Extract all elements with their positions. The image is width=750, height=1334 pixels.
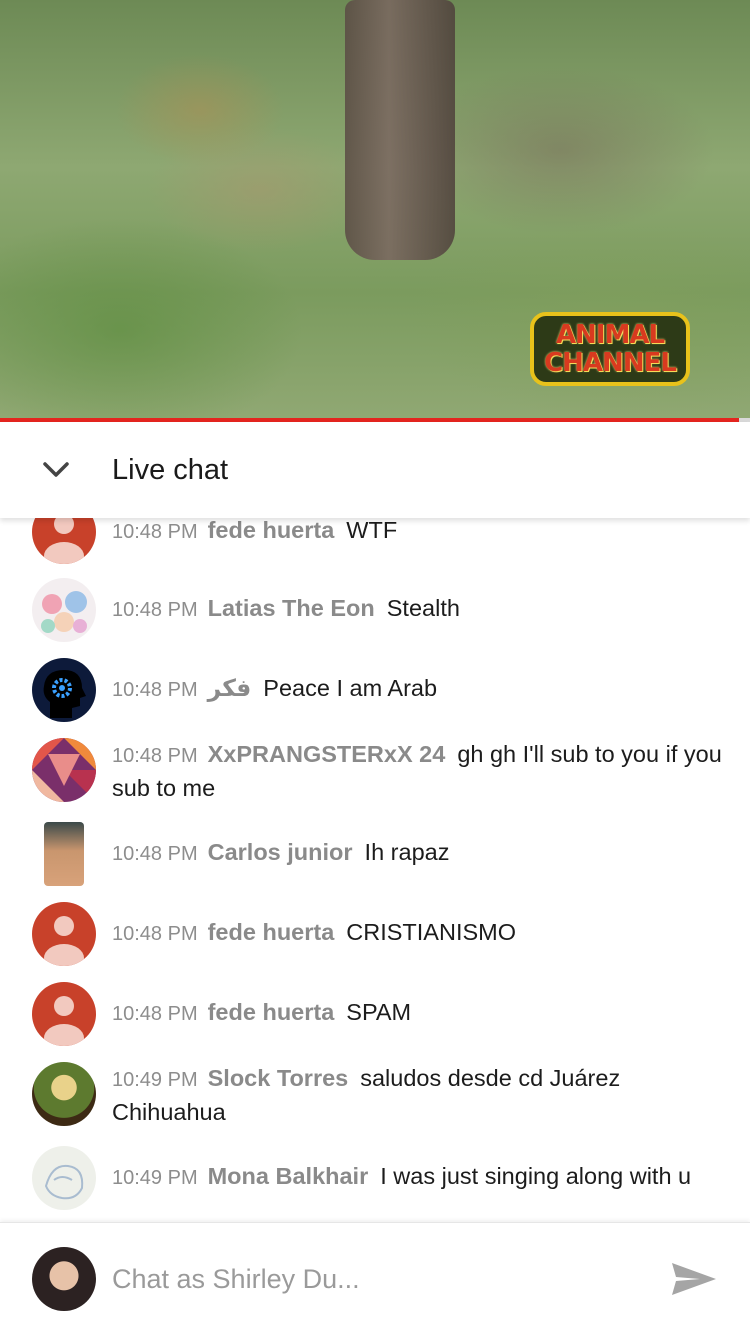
- message-author[interactable]: فكر: [208, 675, 252, 701]
- anime-avatar-icon: [41, 591, 87, 633]
- message-timestamp: 10:49 PM: [112, 1167, 198, 1189]
- avatar[interactable]: [32, 1146, 96, 1210]
- message-author[interactable]: Slock Torres: [208, 1065, 349, 1091]
- avatar[interactable]: [32, 1062, 96, 1126]
- message-timestamp: 10:48 PM: [112, 843, 198, 865]
- message-timestamp: 10:48 PM: [112, 923, 198, 945]
- sketch-avatar-icon: [44, 1164, 84, 1200]
- live-chat-header: Live chat: [0, 422, 750, 518]
- avatar[interactable]: [32, 738, 96, 802]
- chat-input[interactable]: [112, 1253, 632, 1305]
- message-text: I was just singing along with u: [380, 1163, 692, 1189]
- chevron-down-icon: [43, 462, 69, 477]
- message-text: Ih rapaz: [364, 839, 450, 865]
- collapse-chat-button[interactable]: [0, 422, 112, 518]
- message-author[interactable]: fede huerta: [208, 518, 335, 543]
- send-button[interactable]: [670, 1259, 718, 1299]
- message-text: Peace I am Arab: [263, 675, 438, 701]
- avatar[interactable]: [32, 982, 96, 1046]
- chat-composer: [0, 1222, 750, 1334]
- message-timestamp: 10:48 PM: [112, 745, 198, 767]
- message-author[interactable]: fede huerta: [208, 999, 335, 1025]
- default-avatar-icon: [44, 996, 84, 1046]
- animal-channel-watermark: ANIMAL CHANNEL: [530, 312, 690, 386]
- avatar[interactable]: [32, 578, 96, 642]
- my-avatar[interactable]: [32, 1247, 96, 1311]
- pattern-avatar-icon: [32, 738, 96, 802]
- default-avatar-icon: [44, 916, 84, 966]
- message-timestamp: 10:48 PM: [112, 599, 198, 621]
- message-text: Stealth: [386, 595, 460, 621]
- chat-message-list[interactable]: 10:48 PM fede huerta WTF 10:48 PM Latias Th…: [0, 518, 750, 1222]
- video-frame-tree: [345, 0, 455, 260]
- send-icon: [672, 1263, 716, 1295]
- message-text: SPAM: [346, 999, 412, 1025]
- avatar[interactable]: [32, 902, 96, 966]
- message-timestamp: 10:48 PM: [112, 1003, 198, 1025]
- avatar[interactable]: [32, 658, 96, 722]
- message-author[interactable]: fede huerta: [208, 919, 335, 945]
- message-timestamp: 10:49 PM: [112, 1069, 198, 1091]
- avatar[interactable]: [32, 518, 96, 564]
- chat-title: Live chat: [112, 453, 229, 486]
- message-timestamp: 10:48 PM: [112, 521, 198, 543]
- message-author[interactable]: Carlos junior: [208, 839, 353, 865]
- message-author[interactable]: XxPRANGSTERxX 24: [208, 741, 446, 767]
- message-author[interactable]: Latias The Eon: [208, 595, 375, 621]
- message-timestamp: 10:48 PM: [112, 679, 198, 701]
- message-text: CRISTIANISMO: [346, 919, 517, 945]
- head-gear-avatar-icon: [43, 670, 86, 718]
- message-author[interactable]: Mona Balkhair: [208, 1163, 369, 1189]
- avatar[interactable]: [44, 822, 84, 886]
- default-avatar-icon: [44, 518, 84, 564]
- message-text: WTF: [346, 518, 398, 543]
- video-player[interactable]: ANIMAL CHANNEL: [0, 0, 750, 418]
